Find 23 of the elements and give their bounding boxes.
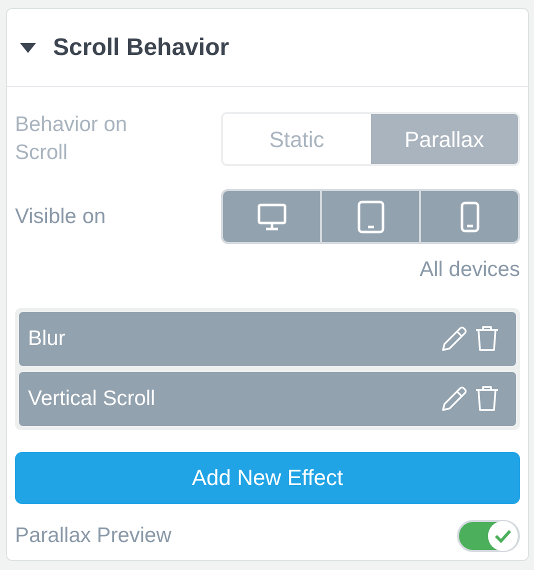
device-button[interactable] <box>419 191 518 242</box>
check-icon <box>494 528 512 542</box>
desktop-icon <box>256 202 286 230</box>
phone-icon <box>460 200 480 232</box>
section-title: Scroll Behavior <box>53 32 230 62</box>
pencil-icon[interactable] <box>441 326 467 352</box>
preview-toggle[interactable] <box>457 520 520 552</box>
tablet-icon <box>356 200 384 234</box>
preview-label: Parallax Preview <box>15 522 172 549</box>
trash-icon[interactable] <box>475 385 499 412</box>
effect-name: Vertical Scroll <box>28 386 156 412</box>
device-button[interactable] <box>320 191 419 242</box>
trash-icon[interactable] <box>475 325 499 352</box>
effect-item[interactable]: Vertical Scroll <box>19 372 516 426</box>
effect-name: Blur <box>28 326 66 352</box>
effect-item[interactable]: Blur <box>19 312 516 366</box>
devices-summary: All devices <box>420 257 520 283</box>
visible-on-label: Visible on <box>15 204 106 230</box>
device-button[interactable] <box>223 191 320 242</box>
behavior-label: Behavior on Scroll <box>15 112 128 166</box>
add-effect-button[interactable]: Add New Effect <box>15 452 520 504</box>
caret-icon[interactable] <box>19 42 37 54</box>
pencil-icon[interactable] <box>441 386 467 412</box>
